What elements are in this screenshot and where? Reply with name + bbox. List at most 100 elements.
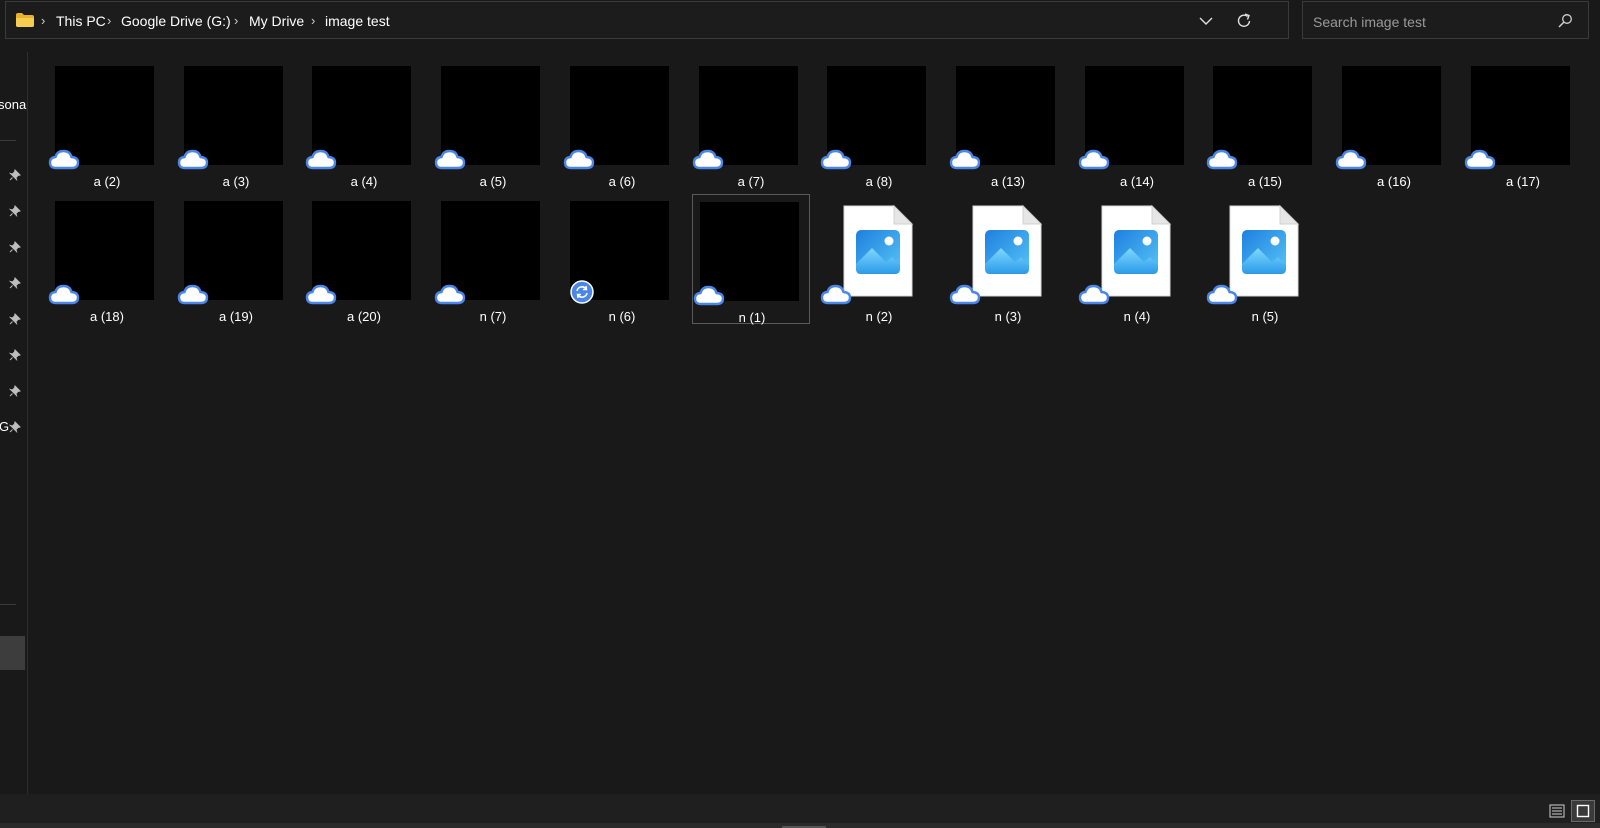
cloud-icon — [48, 148, 80, 170]
search-box[interactable] — [1302, 1, 1589, 39]
image-file-icon — [1100, 204, 1172, 298]
file-item[interactable]: n (6) — [563, 194, 681, 324]
search-icon[interactable] — [1557, 13, 1573, 29]
file-item[interactable]: a (6) — [563, 59, 681, 189]
file-grid[interactable]: a (2) a (3) a (4) a (5) a (6) a (7) a (8) a (13… — [28, 52, 1600, 794]
file-name: a (2) — [93, 174, 121, 189]
file-item[interactable]: a (17) — [1464, 59, 1582, 189]
cloud-icon — [434, 148, 466, 170]
file-name: n (3) — [994, 309, 1022, 324]
cloud-icon — [48, 283, 80, 305]
cloud-icon — [820, 283, 852, 305]
file-name: n (6) — [608, 309, 636, 324]
file-item[interactable]: a (19) — [177, 194, 295, 324]
cloud-icon — [949, 283, 981, 305]
details-view-icon — [1549, 804, 1565, 818]
file-item[interactable]: a (4) — [305, 59, 423, 189]
file-name: a (14) — [1120, 174, 1154, 189]
cloud-icon — [1464, 148, 1496, 170]
file-name: n (2) — [865, 309, 893, 324]
search-input[interactable] — [1311, 9, 1545, 35]
cloud-icon — [693, 284, 725, 306]
breadcrumb-my-drive[interactable]: My Drive — [249, 12, 304, 30]
file-item[interactable]: a (2) — [48, 59, 166, 189]
navigation-pane[interactable]: sona G — [0, 52, 28, 794]
file-item[interactable]: n (7) — [434, 194, 552, 324]
pin-icon[interactable] — [9, 313, 21, 325]
file-item[interactable]: a (8) — [820, 59, 938, 189]
refresh-icon — [1237, 13, 1251, 27]
file-name: a (19) — [219, 309, 253, 324]
cloud-icon — [692, 148, 724, 170]
folder-icon — [16, 13, 34, 27]
file-name: a (5) — [479, 174, 507, 189]
chevron-right-icon[interactable]: › — [311, 12, 315, 30]
image-file-icon — [842, 204, 914, 298]
file-name: n (7) — [479, 309, 507, 324]
pin-icon[interactable] — [9, 205, 21, 217]
file-name: a (13) — [991, 174, 1025, 189]
file-item[interactable]: n (2) — [820, 194, 938, 324]
cloud-icon — [1335, 148, 1367, 170]
file-item[interactable]: a (13) — [949, 59, 1067, 189]
large-icons-view-icon — [1576, 804, 1590, 818]
address-bar[interactable]: › This PC › Google Drive (G:) › My Drive… — [5, 1, 1289, 39]
sync-icon — [570, 280, 594, 304]
cloud-icon — [1078, 283, 1110, 305]
chevron-right-icon[interactable]: › — [107, 12, 111, 30]
pin-icon[interactable] — [9, 169, 21, 181]
nav-divider — [0, 604, 16, 605]
details-view-button[interactable] — [1545, 800, 1569, 822]
file-explorer-window: › This PC › Google Drive (G:) › My Drive… — [0, 0, 1600, 828]
file-name: a (15) — [1248, 174, 1282, 189]
pin-icon[interactable] — [9, 349, 21, 361]
chevron-right-icon[interactable]: › — [41, 12, 45, 30]
file-item[interactable]: a (3) — [177, 59, 295, 189]
file-item[interactable]: n (1) — [692, 194, 810, 325]
image-file-icon — [1228, 204, 1300, 298]
file-item[interactable]: a (5) — [434, 59, 552, 189]
nav-item-label[interactable]: G — [0, 419, 9, 435]
nav-item-label[interactable]: sona — [0, 97, 26, 113]
file-item[interactable]: a (20) — [305, 194, 423, 324]
history-dropdown-button[interactable] — [1193, 9, 1219, 33]
file-item[interactable]: n (4) — [1078, 194, 1196, 324]
file-name: a (16) — [1377, 174, 1411, 189]
file-name: n (1) — [738, 310, 766, 325]
breadcrumb-image-test[interactable]: image test — [325, 12, 390, 30]
breadcrumb-google-drive[interactable]: Google Drive (G:) — [121, 12, 231, 30]
pin-icon[interactable] — [9, 385, 21, 397]
pin-icon[interactable] — [9, 241, 21, 253]
file-item[interactable]: a (7) — [692, 59, 810, 189]
file-item[interactable]: a (15) — [1206, 59, 1324, 189]
file-name: a (18) — [90, 309, 124, 324]
file-name: a (8) — [865, 174, 893, 189]
cloud-icon — [1206, 148, 1238, 170]
cloud-icon — [563, 148, 595, 170]
file-name: n (5) — [1251, 309, 1279, 324]
file-item[interactable]: a (14) — [1078, 59, 1196, 189]
cloud-icon — [177, 283, 209, 305]
pin-icon[interactable] — [9, 421, 21, 433]
breadcrumb-this-pc[interactable]: This PC — [56, 12, 106, 30]
cloud-icon — [949, 148, 981, 170]
file-item[interactable]: n (3) — [949, 194, 1067, 324]
nav-selected-item[interactable] — [0, 636, 25, 670]
file-item[interactable]: a (18) — [48, 194, 166, 324]
large-icons-view-button[interactable] — [1571, 800, 1595, 822]
refresh-button[interactable] — [1231, 9, 1257, 33]
file-name: a (4) — [350, 174, 378, 189]
file-name: a (3) — [222, 174, 250, 189]
cloud-icon — [1078, 148, 1110, 170]
file-name: a (6) — [608, 174, 636, 189]
file-item[interactable]: a (16) — [1335, 59, 1453, 189]
cloud-icon — [434, 283, 466, 305]
file-name: a (17) — [1506, 174, 1540, 189]
chevron-right-icon[interactable]: › — [234, 12, 238, 30]
cloud-icon — [305, 148, 337, 170]
image-file-icon — [971, 204, 1043, 298]
file-name: a (20) — [347, 309, 381, 324]
file-item[interactable]: n (5) — [1206, 194, 1324, 324]
pin-icon[interactable] — [9, 277, 21, 289]
cloud-icon — [305, 283, 337, 305]
